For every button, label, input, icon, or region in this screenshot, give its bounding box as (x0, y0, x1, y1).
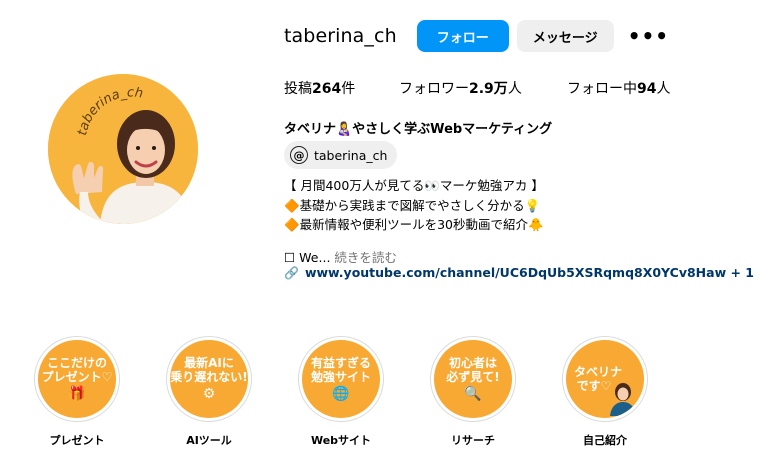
highlight-ring: ここだけの プレゼント♡ 🎁 (34, 336, 120, 422)
threads-icon: @ (290, 146, 308, 164)
avatar-illustration: taberina_ch (48, 74, 198, 224)
following-suffix: 人 (656, 81, 671, 97)
threads-handle: taberina_ch (314, 147, 388, 163)
highlight-label: リサーチ (451, 434, 495, 447)
posts-count: 投稿 264 件 (284, 78, 399, 98)
highlight-cover-line2: 乗り遅れない! (170, 370, 248, 384)
brain-icon: ⚙ (202, 386, 216, 402)
highlight-ring: 最新AIに 乗り遅れない! ⚙ (166, 336, 252, 422)
posts-prefix: 投稿 (284, 81, 312, 97)
highlight-cover-line1: タベリナ (573, 365, 622, 379)
highlight-cover: 最新AIに 乗り遅れない! ⚙ (170, 340, 248, 418)
highlight-research[interactable]: 初心者は 必ず見て! 🔍 リサーチ (423, 336, 523, 448)
link-icon: 🔗 (284, 265, 299, 280)
magnifier-icon: 🔍 (464, 386, 482, 402)
followers-number: 2.9万 (469, 81, 508, 97)
bio-line: 🔶基礎から実践まで図解でやさしく分かる💡 (284, 197, 541, 213)
following-link[interactable]: フォロー中 94 人 (567, 78, 670, 98)
highlight-label: Webサイト (310, 434, 372, 447)
highlight-ring: 初心者は 必ず見て! 🔍 (430, 336, 516, 422)
globe-icon: 🌐 (332, 386, 350, 402)
username: taberina_ch (284, 25, 397, 47)
highlight-websites[interactable]: 有益すぎる 勉強サイト 🌐 Webサイト (291, 336, 391, 448)
highlight-cover-line2: です♡ (576, 379, 612, 393)
followers-link[interactable]: フォロワー 2.9万人 (399, 78, 567, 98)
person-icon (610, 383, 636, 416)
highlight-cover-line1: ここだけの (46, 356, 107, 370)
posts-number: 264 (312, 81, 342, 97)
bio-line: 🔶最新情報や便利ツールを30秒動画で紹介🐥 (284, 217, 544, 232)
follow-button[interactable]: フォロー (416, 20, 509, 52)
posts-suffix: 件 (341, 81, 356, 97)
highlight-present[interactable]: ここだけの プレゼント♡ 🎁 プレゼント (27, 336, 127, 448)
highlight-cover-line2: プレゼント♡ (41, 370, 113, 384)
read-more-link[interactable]: 続きを読む (334, 250, 397, 265)
following-prefix: フォロー中 (567, 81, 637, 97)
highlight-cover-line1: 最新AIに (184, 356, 234, 370)
highlight-cover: 初心者は 必ず見て! 🔍 (434, 340, 512, 418)
gift-icon: 🎁 (68, 386, 86, 402)
highlight-cover-line1: 初心者は (448, 356, 497, 370)
profile-header: taberina_ch フォロー メッセージ ••• (284, 20, 669, 52)
highlight-cover: 有益すぎる 勉強サイト 🌐 (302, 340, 380, 418)
external-link[interactable]: 🔗 www.youtube.com/channel/UC6DqUb5XSRqmq… (284, 265, 754, 280)
highlight-cover: タベリナ です♡ (566, 340, 644, 418)
following-number: 94 (637, 81, 657, 97)
highlight-cover-line1: 有益すぎる (310, 356, 371, 370)
highlight-ring: 有益すぎる 勉強サイト 🌐 (298, 336, 384, 422)
highlight-self-intro[interactable]: タベリナ です♡ 自己紹介 (555, 336, 655, 448)
highlight-ai-tools[interactable]: 最新AIに 乗り遅れない! ⚙ AIツール (159, 336, 259, 448)
highlight-label: プレゼント (49, 434, 105, 447)
highlight-cover-line2: 必ず見て! (446, 370, 500, 384)
message-button[interactable]: メッセージ (516, 20, 614, 52)
threads-badge[interactable]: @ taberina_ch (284, 141, 398, 169)
display-name: タベリナ👩‍🍼やさしく学ぶWebマーケティング (284, 122, 553, 137)
followers-prefix: フォロワー (399, 81, 469, 97)
followers-suffix: 人 (507, 81, 522, 97)
highlight-label: AIツール (186, 434, 232, 447)
bio-line: 【 月間400万人が見てる👀マーケ勉強アカ 】 (284, 178, 544, 193)
profile-stats: 投稿 264 件 フォロワー 2.9万人 フォロー中 94 人 (284, 78, 670, 98)
profile-avatar[interactable]: taberina_ch (48, 74, 198, 224)
more-options-icon[interactable]: ••• (628, 20, 669, 52)
highlight-label: 自己紹介 (583, 434, 627, 447)
highlight-cover: ここだけの プレゼント♡ 🎁 (38, 340, 116, 418)
bio-more: ☐ We... 続きを読む (284, 247, 397, 266)
highlight-ring: タベリナ です♡ (562, 336, 648, 422)
highlight-cover-line2: 勉強サイト (310, 370, 371, 384)
external-link-text: www.youtube.com/channel/UC6DqUb5XSRqmq8X… (304, 265, 754, 280)
bio-truncated: ☐ We... (284, 250, 331, 265)
bio-text: 【 月間400万人が見てる👀マーケ勉強アカ 】 🔶基礎から実践まで図解でやさしく… (284, 176, 544, 235)
